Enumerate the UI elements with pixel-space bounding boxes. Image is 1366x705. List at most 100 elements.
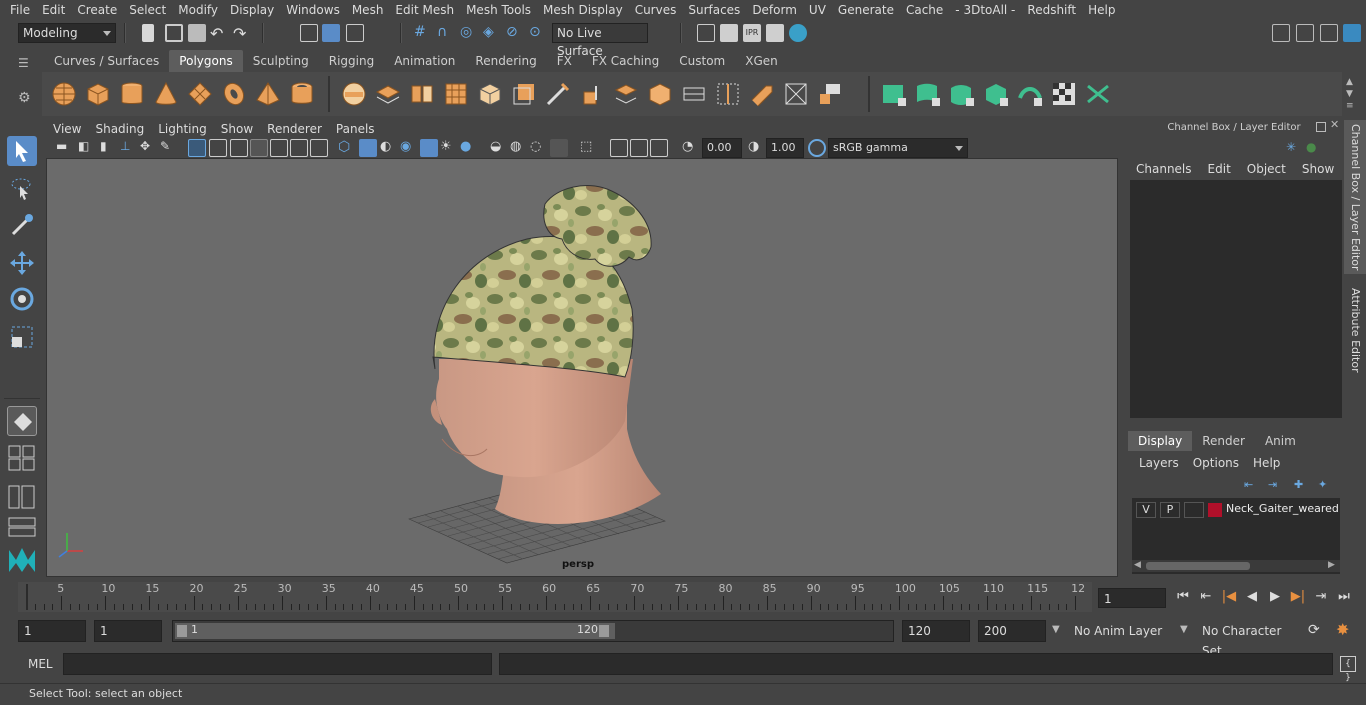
smooth-icon[interactable]: [442, 80, 470, 108]
play-backward-icon[interactable]: ◀: [1243, 589, 1261, 605]
gate-mask-icon[interactable]: [250, 139, 268, 157]
target-weld-icon[interactable]: [748, 80, 776, 108]
remesh-icon[interactable]: [510, 80, 538, 108]
playback-end-field[interactable]: 120: [902, 620, 970, 642]
viewport-menu-shading[interactable]: Shading: [88, 120, 151, 138]
lasso-tool-icon[interactable]: [7, 174, 37, 204]
circularize-icon[interactable]: [816, 80, 844, 108]
camera-attributes-icon[interactable]: ◧: [78, 139, 96, 157]
shelf-tab-xgen[interactable]: XGen: [735, 50, 788, 72]
append-polygon-icon[interactable]: [680, 80, 708, 108]
new-scene-icon[interactable]: [142, 24, 154, 42]
make-live-icon[interactable]: ⊙: [529, 24, 547, 42]
perspective-viewport[interactable]: persp: [46, 158, 1118, 577]
uv-automatic-icon[interactable]: [982, 80, 1010, 108]
viewport-menu-lighting[interactable]: Lighting: [151, 120, 214, 138]
xray-joints-icon[interactable]: [610, 139, 628, 157]
channel-box-area[interactable]: [1130, 180, 1342, 418]
scroll-left-icon[interactable]: ◀: [1134, 560, 1141, 570]
step-forward-key-icon[interactable]: ▶|: [1289, 589, 1307, 605]
menu-redshift[interactable]: Redshift: [1021, 0, 1082, 20]
viewport-menu-panels[interactable]: Panels: [329, 120, 382, 138]
menu-file[interactable]: File: [4, 0, 36, 20]
viewport-menu-view[interactable]: View: [46, 120, 88, 138]
animation-preferences-icon[interactable]: ✸: [1336, 620, 1349, 639]
menu-cache[interactable]: Cache: [900, 0, 949, 20]
layer-menu-options[interactable]: Options: [1186, 454, 1246, 472]
menu-uv[interactable]: UV: [803, 0, 832, 20]
graph-layout-icon[interactable]: [7, 516, 37, 538]
menu-select[interactable]: Select: [123, 0, 172, 20]
reduce-icon[interactable]: [476, 80, 504, 108]
grid-toggle-icon[interactable]: [188, 139, 206, 157]
time-slider[interactable]: 5 10 15 20 25 30 35 40 45 50 55 60 65 70 75 80 85 90 95 100…: [18, 582, 1092, 612]
layer-color-swatch[interactable]: [1208, 503, 1222, 517]
four-view-layout-icon[interactable]: [7, 444, 37, 472]
go-to-end-icon[interactable]: ⏭: [1335, 589, 1353, 605]
wireframe-on-shaded-icon[interactable]: ◐: [380, 139, 398, 157]
anim-layer-dropdown-icon[interactable]: ▼: [1052, 624, 1060, 635]
menu-create[interactable]: Create: [71, 0, 123, 20]
poly-cube-icon[interactable]: [84, 80, 112, 108]
snap-surface-icon[interactable]: ⊘: [506, 24, 524, 42]
menu-windows[interactable]: Windows: [280, 0, 346, 20]
script-editor-icon[interactable]: { }: [1340, 656, 1356, 683]
snap-curve-icon[interactable]: ∩: [437, 24, 455, 42]
select-component-icon[interactable]: [346, 24, 364, 42]
merge-icon[interactable]: [782, 80, 810, 108]
insert-edge-loop-icon[interactable]: [714, 80, 742, 108]
shelf-tab-rendering[interactable]: Rendering: [465, 50, 546, 72]
color-space-dropdown[interactable]: sRGB gamma: [828, 138, 968, 158]
select-hierarchy-icon[interactable]: [300, 24, 318, 42]
xray-icon[interactable]: [550, 139, 568, 157]
float-panel-icon[interactable]: [1316, 122, 1326, 132]
image-plane-icon[interactable]: ⊥: [120, 139, 138, 157]
menu-mesh-display[interactable]: Mesh Display: [537, 0, 629, 20]
animation-start-field[interactable]: 1: [18, 620, 86, 642]
uv-checker-icon[interactable]: [1050, 80, 1078, 108]
live-surface-field[interactable]: No Live Surface: [552, 23, 648, 58]
channel-box-toggle-icon[interactable]: [1343, 24, 1361, 42]
layer-tab-anim[interactable]: Anim: [1255, 431, 1306, 451]
layer-row[interactable]: V P Neck_Gaiter_weared_c: [1134, 500, 1338, 520]
2d-pan-zoom-icon[interactable]: ✥: [140, 139, 158, 157]
poly-torus-icon[interactable]: [220, 80, 248, 108]
undo-icon[interactable]: ↶: [210, 24, 228, 43]
menu-mesh[interactable]: Mesh: [346, 0, 390, 20]
shelf-tab-sculpting[interactable]: Sculpting: [243, 50, 319, 72]
poly-cone-icon[interactable]: [152, 80, 180, 108]
range-handle-end[interactable]: [599, 625, 609, 637]
bridge-icon[interactable]: [612, 80, 640, 108]
layer-tab-display[interactable]: Display: [1128, 431, 1193, 451]
scale-tool-icon[interactable]: [7, 322, 37, 352]
depth-of-field-icon[interactable]: ◌: [530, 139, 548, 157]
layer-display-type-toggle[interactable]: [1184, 502, 1204, 518]
shadows-icon[interactable]: ☀: [440, 139, 458, 157]
ipr-render-icon[interactable]: IPR: [743, 24, 761, 42]
motion-blur-icon[interactable]: ◒: [490, 139, 508, 157]
play-forward-icon[interactable]: ▶: [1266, 589, 1284, 605]
uv-cylindrical-icon[interactable]: [914, 80, 942, 108]
anim-layer-field[interactable]: No Anim Layer: [1068, 620, 1172, 642]
paint-select-tool-icon[interactable]: [7, 210, 37, 240]
snap-view-plane-icon[interactable]: ◈: [483, 24, 501, 42]
menu-3dtoall[interactable]: - 3DtoAll -: [949, 0, 1021, 20]
move-layer-up-icon[interactable]: ⇤: [1244, 478, 1253, 491]
snap-grid-icon[interactable]: #: [414, 24, 432, 42]
mode-selector[interactable]: Modeling: [18, 23, 116, 43]
isolate-select-icon[interactable]: ⬚: [580, 139, 598, 157]
poly-sphere-icon[interactable]: [50, 80, 78, 108]
render-view-icon[interactable]: [766, 24, 784, 42]
safe-action-icon[interactable]: [290, 139, 308, 157]
exposure-field[interactable]: 0.00: [702, 138, 742, 158]
menu-modify[interactable]: Modify: [172, 0, 224, 20]
step-back-icon[interactable]: ⇤: [1197, 589, 1215, 605]
shelf-settings-icon[interactable]: ⚙: [18, 90, 31, 106]
new-layer-from-selected-icon[interactable]: ✦: [1318, 478, 1327, 491]
layer-menu-layers[interactable]: Layers: [1132, 454, 1186, 472]
render-frame-icon[interactable]: [720, 24, 738, 42]
move-tool-icon[interactable]: [7, 248, 37, 278]
gamma-field[interactable]: 1.00: [766, 138, 804, 158]
current-frame-field[interactable]: 1: [1098, 588, 1166, 608]
safe-title-icon[interactable]: [310, 139, 328, 157]
